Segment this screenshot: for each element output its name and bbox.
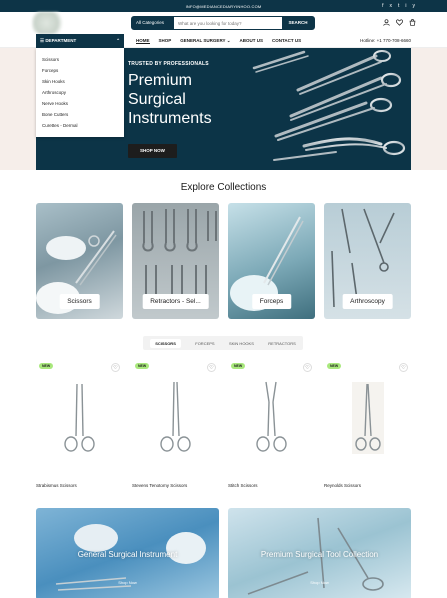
nav-shop[interactable]: SHOP: [159, 38, 172, 44]
department-label: DEPARTMENT: [45, 38, 77, 43]
header-icons: [383, 19, 416, 26]
product-card[interactable]: NEW ♡ Reynolds Scissors: [324, 360, 411, 488]
banner-shop-link[interactable]: Shop Now: [36, 580, 219, 585]
category-select[interactable]: All Categories: [132, 17, 174, 29]
hero-title: Premium Surgical Instruments: [128, 72, 212, 127]
search-input[interactable]: [178, 17, 268, 29]
department-item[interactable]: Bone Cutters: [36, 109, 124, 120]
banner-title: Premium Surgical Tool Collection: [260, 550, 379, 559]
hero-tagline: TRUSTED BY PROFESSIONALS: [128, 61, 209, 67]
search-button[interactable]: SEARCH: [282, 17, 314, 29]
nav-general-surgery[interactable]: GENERAL SURGERY ⌄: [180, 38, 230, 44]
nav-contact[interactable]: CONTACT US: [272, 38, 301, 44]
product-name[interactable]: Stitch Scissors: [228, 483, 258, 488]
tab-retractors[interactable]: RETRACTORS: [268, 341, 295, 346]
department-item[interactable]: Skin Hooks: [36, 76, 124, 87]
category-select-label: All Categories: [136, 20, 165, 25]
collection-card-scissors[interactable]: Scissors: [36, 203, 123, 319]
banner-shop-link[interactable]: Shop Now: [228, 580, 411, 585]
collection-label: Forceps: [251, 294, 292, 309]
main-nav: ☰ DEPARTMENT ⌃ HOME SHOP GENERAL SURGERY…: [0, 34, 447, 48]
product-name[interactable]: Reynolds Scissors: [324, 483, 361, 488]
scissors-image: [355, 383, 381, 451]
site-logo[interactable]: [32, 12, 64, 34]
tab-scissors[interactable]: SCISSORS: [150, 338, 181, 348]
promo-banner-general[interactable]: General Surgical Instrument Shop Now: [36, 508, 219, 598]
header: All Categories SEARCH: [0, 12, 447, 34]
department-dropdown: Scissors Forceps Skin Hooks Arthroscopy …: [36, 48, 124, 137]
top-bar: INFO@MEDIANCEDIARYINHOO.COM f x t i y: [0, 0, 447, 12]
nav-general-surgery-label: GENERAL SURGERY: [180, 38, 226, 43]
department-item[interactable]: Arthroscopy: [36, 87, 124, 98]
banner-title: General Surgical Instrument: [77, 550, 178, 559]
product-tabs: SCISSORS FORCEPS SKIN HOOKS RETRACTORS: [143, 336, 303, 350]
topbar-email[interactable]: INFO@MEDIANCEDIARYINHOO.COM: [0, 4, 447, 9]
scissors-image: [256, 381, 287, 452]
social-links: f x t i y: [382, 3, 415, 9]
heart-icon[interactable]: [396, 19, 403, 26]
product-card[interactable]: NEW ♡ Stevens Tenotomy Scissors: [132, 360, 219, 488]
cart-icon[interactable]: [409, 19, 416, 26]
hamburger-icon: ☰: [40, 38, 45, 43]
collection-label: Arthroscopy: [342, 294, 393, 309]
scissors-image: [64, 383, 95, 452]
chevron-up-icon: ⌃: [116, 38, 120, 43]
x-icon[interactable]: x: [389, 3, 392, 9]
youtube-icon[interactable]: y: [413, 3, 416, 9]
facebook-icon[interactable]: f: [382, 3, 383, 9]
department-item[interactable]: Curettes - Dermal: [36, 120, 124, 131]
user-icon[interactable]: [383, 19, 390, 26]
collection-card-forceps[interactable]: Forceps: [228, 203, 315, 319]
chevron-down-icon: ⌄: [226, 38, 231, 43]
product-name[interactable]: Strabismus Scissors: [36, 483, 77, 488]
hero-shop-button[interactable]: SHOP NOW: [128, 144, 177, 158]
instagram-icon[interactable]: i: [405, 3, 406, 9]
product-name[interactable]: Stevens Tenotomy Scissors: [132, 483, 187, 488]
nav-menu: HOME SHOP GENERAL SURGERY ⌄ ABOUT US CON…: [136, 38, 301, 44]
collection-label: Retractors - Sel...: [142, 294, 209, 309]
collection-card-retractors[interactable]: Retractors - Sel...: [132, 203, 219, 319]
department-item[interactable]: Scissors: [36, 54, 124, 65]
department-item[interactable]: Forceps: [36, 65, 124, 76]
tab-skin-hooks[interactable]: SKIN HOOKS: [229, 341, 254, 346]
nav-home[interactable]: HOME: [136, 38, 150, 44]
nav-about[interactable]: ABOUT US: [240, 38, 264, 44]
product-card[interactable]: NEW ♡ Strabismus Scissors: [36, 360, 123, 488]
hotline[interactable]: Hotline: +1 770-708-6660: [360, 38, 411, 43]
department-button[interactable]: ☰ DEPARTMENT ⌃: [36, 34, 124, 48]
scissors-image: [160, 381, 191, 452]
collections-heading: Explore Collections: [180, 182, 267, 193]
collection-card-arthroscopy[interactable]: Arthroscopy: [324, 203, 411, 319]
product-card[interactable]: NEW ♡ Stitch Scissors: [228, 360, 315, 488]
tab-forceps[interactable]: FORCEPS: [195, 341, 214, 346]
promo-banner-premium[interactable]: Premium Surgical Tool Collection Shop No…: [228, 508, 411, 598]
department-item[interactable]: Nerve Hooks: [36, 98, 124, 109]
search-bar: All Categories SEARCH: [131, 16, 315, 30]
tiktok-icon[interactable]: t: [398, 3, 399, 9]
collection-label: Scissors: [59, 294, 100, 309]
